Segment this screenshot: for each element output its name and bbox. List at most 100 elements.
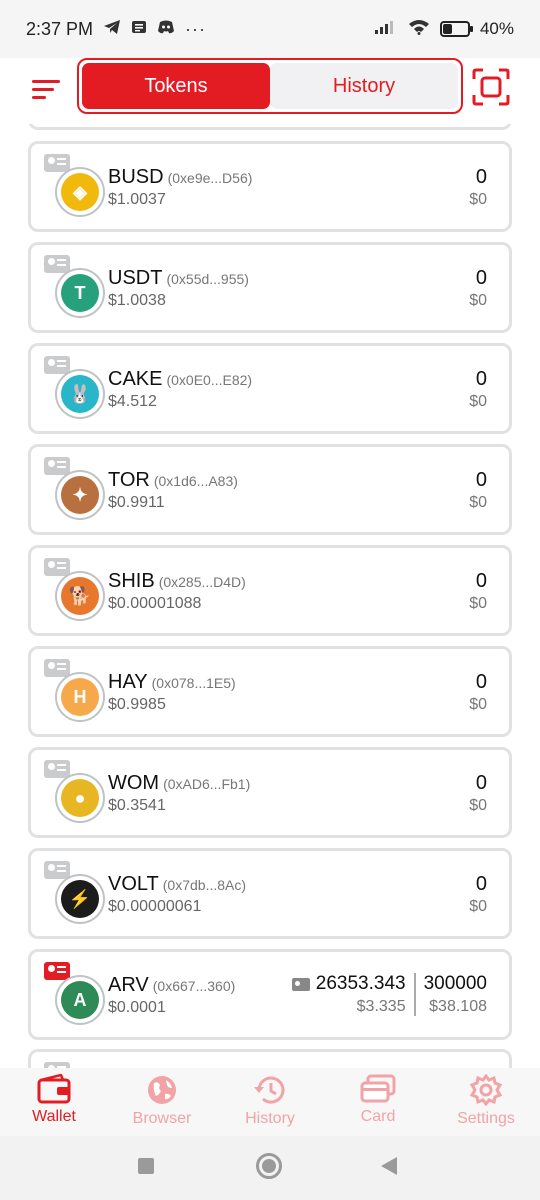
- wom-logo-icon: ●: [55, 773, 105, 823]
- id-card-icon: [44, 962, 70, 980]
- battery-icon: [439, 21, 473, 37]
- nav-label: History: [245, 1110, 295, 1127]
- token-symbol-row: VOLT (0x7db...8Ac): [108, 873, 246, 896]
- signal-icon: [374, 19, 398, 40]
- token-symbol: SHIB: [108, 570, 155, 592]
- nav-label: Browser: [132, 1110, 192, 1127]
- token-address: (0xe9e...D56): [167, 170, 253, 186]
- token-card-cake[interactable]: 🐰 CAKE (0x0E0...E82) $4.512 0 $0: [28, 343, 512, 434]
- token-balance: 0: [475, 671, 487, 693]
- token-address: (0x55d...955): [166, 271, 249, 287]
- token-symbol: CAKE: [108, 368, 163, 390]
- token-card-usdt[interactable]: T USDT (0x55d...955) $1.0038 0 $0: [28, 242, 512, 333]
- token-card-shib[interactable]: 🐕 SHIB (0x285...D4D) $0.00001088 0 $0: [28, 545, 512, 636]
- nav-card[interactable]: Card: [324, 1068, 432, 1136]
- token-price: $1.0037: [108, 191, 166, 208]
- token-symbol: HAY: [108, 671, 148, 693]
- arv-balance-primary: 26353.343: [315, 973, 406, 994]
- clock-history-icon: [254, 1076, 285, 1104]
- token-symbol-row: CAKE (0x0E0...E82): [108, 368, 252, 391]
- token-value: $0: [469, 494, 487, 511]
- arv-logo-icon: A: [55, 975, 105, 1025]
- token-value: $0: [469, 797, 487, 814]
- token-price: $4.512: [108, 393, 157, 410]
- token-card-hay[interactable]: H HAY (0x078...1E5) $0.9985 0 $0: [28, 646, 512, 737]
- wallet-icon: [37, 1074, 71, 1104]
- battery-percent: 40%: [479, 19, 514, 38]
- token-address: (0x1d6...A83): [153, 473, 238, 489]
- token-card-arv[interactable]: A ARV (0x667...360) $0.0001 26353.343 $3.…: [28, 949, 512, 1040]
- token-balance: 0: [475, 166, 487, 188]
- arv-balance-secondary: 300000: [423, 973, 487, 994]
- token-address: (0xAD6...Fb1): [163, 776, 251, 792]
- token-value: $0: [469, 191, 487, 208]
- id-card-icon: [44, 356, 70, 374]
- recent-apps-icon[interactable]: [138, 1158, 154, 1174]
- token-symbol-row: TOR (0x1d6...A83): [108, 469, 238, 492]
- hay-logo-icon: H: [55, 672, 105, 722]
- token-symbol-row: ARV (0x667...360): [108, 974, 235, 997]
- nav-settings[interactable]: Settings: [432, 1068, 540, 1136]
- bottom-nav: Wallet Browser History Card Settings: [0, 1068, 540, 1136]
- tab-history[interactable]: History: [270, 63, 458, 109]
- token-card-partial[interactable]: [28, 1049, 512, 1068]
- id-card-icon: [44, 659, 70, 677]
- token-symbol: USDT: [108, 267, 163, 289]
- nav-browser[interactable]: Browser: [108, 1068, 216, 1136]
- token-price: $0.00001088: [108, 595, 202, 612]
- news-icon: [131, 19, 147, 40]
- arv-value-secondary: $38.108: [429, 998, 487, 1015]
- token-card-volt[interactable]: ⚡ VOLT (0x7db...8Ac) $0.00000061 0 $0: [28, 848, 512, 939]
- status-bar: 2:37 PM ··· 40%: [0, 0, 540, 58]
- token-price: $1.0038: [108, 292, 166, 309]
- shib-logo-icon: 🐕: [55, 571, 105, 621]
- token-symbol: TOR: [108, 469, 150, 491]
- token-value: $0: [469, 696, 487, 713]
- tor-logo-icon: ✦: [55, 470, 105, 520]
- balance-divider: [413, 973, 416, 1016]
- token-card-tor[interactable]: ✦ TOR (0x1d6...A83) $0.9911 0 $0: [28, 444, 512, 535]
- token-address: (0x285...D4D): [158, 574, 246, 590]
- token-address: (0x667...360): [152, 978, 236, 994]
- token-list[interactable]: ◈ BUSD (0xe9e...D56) $1.0037 0 $0 T USDT(…: [0, 124, 540, 1068]
- tab-tokens[interactable]: Tokens: [82, 63, 270, 109]
- token-balance: 0: [475, 267, 487, 289]
- menu-icon[interactable]: [32, 78, 62, 102]
- arv-value-primary: $3.335: [356, 998, 406, 1015]
- nav-label: Wallet: [32, 1108, 76, 1125]
- token-symbol: VOLT: [108, 873, 159, 895]
- token-price: $0.9985: [108, 696, 166, 713]
- nav-wallet[interactable]: Wallet: [0, 1068, 108, 1136]
- token-balance: 0: [475, 368, 487, 390]
- id-card-icon: [44, 760, 70, 778]
- system-nav-bar: [0, 1136, 540, 1200]
- home-icon[interactable]: [256, 1153, 282, 1179]
- status-time: 2:37 PM: [26, 18, 94, 39]
- scan-qr-icon[interactable]: [472, 68, 510, 106]
- token-balance: 0: [475, 772, 487, 794]
- token-address: (0x078...1E5): [151, 675, 236, 691]
- token-symbol: BUSD: [108, 166, 164, 188]
- globe-icon: [148, 1076, 176, 1104]
- id-card-icon: [44, 255, 70, 273]
- back-icon[interactable]: [380, 1156, 398, 1181]
- token-card-wom[interactable]: ● WOM (0xAD6...Fb1) $0.3541 0 $0: [28, 747, 512, 838]
- tab-switcher: Tokens History: [77, 58, 463, 114]
- nav-history[interactable]: History: [216, 1068, 324, 1136]
- token-card-partial[interactable]: [28, 124, 512, 130]
- token-balance: 0: [475, 570, 487, 592]
- token-symbol-row: USDT (0x55d...955): [108, 267, 249, 290]
- token-price: $0.00000061: [108, 898, 202, 915]
- volt-logo-icon: ⚡: [55, 874, 105, 924]
- token-address: (0x7db...8Ac): [162, 877, 247, 893]
- token-symbol: ARV: [108, 974, 149, 996]
- more-notifications-icon: ···: [185, 18, 207, 39]
- token-address: (0x0E0...E82): [166, 372, 253, 388]
- token-value: $0: [469, 393, 487, 410]
- token-symbol-row: SHIB (0x285...D4D): [108, 570, 246, 593]
- id-card-small-icon: [291, 977, 310, 991]
- token-value: $0: [469, 595, 487, 612]
- token-value: $0: [469, 292, 487, 309]
- token-card-busd[interactable]: ◈ BUSD (0xe9e...D56) $1.0037 0 $0: [28, 141, 512, 232]
- usdt-logo-icon: T: [55, 268, 105, 318]
